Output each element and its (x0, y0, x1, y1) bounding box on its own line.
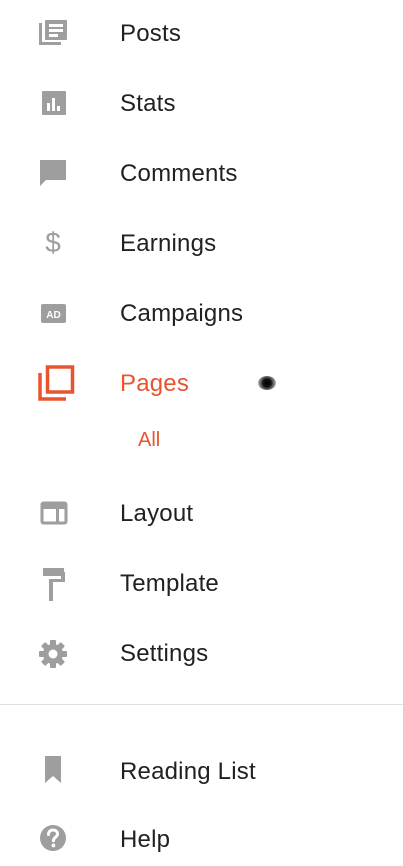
sidebar-item-label: Reading List (120, 758, 256, 785)
sidebar-item-help[interactable]: Help (0, 810, 403, 866)
sidebar-item-posts[interactable]: Posts (0, 4, 403, 60)
sidebar-item-settings[interactable]: Settings (0, 624, 403, 680)
sidebar-item-template[interactable]: Template (0, 554, 403, 610)
posts-icon (38, 20, 68, 46)
sidebar-item-reading-list[interactable]: Reading List (0, 742, 403, 798)
bookmark-icon (38, 754, 68, 786)
sidebar-item-stats[interactable]: Stats (0, 74, 403, 130)
pages-icon (36, 365, 76, 401)
sidebar-divider (0, 704, 403, 705)
sidebar-item-campaigns[interactable]: AD Campaigns (0, 284, 403, 340)
layout-icon (38, 500, 68, 526)
dollar-icon: $ (45, 227, 61, 258)
sidebar-item-layout[interactable]: Layout (0, 484, 403, 540)
sidebar-item-label: Settings (120, 640, 209, 667)
ad-icon: AD (38, 300, 68, 326)
sidebar-item-label: Posts (120, 20, 182, 47)
sidebar-item-label: Pages (120, 370, 190, 397)
sidebar-item-label: Template (120, 570, 219, 597)
sidebar-item-comments[interactable]: Comments (0, 144, 403, 200)
sidebar-item-label: Earnings (120, 230, 217, 257)
sidebar-nav: Posts Stats Comments $ Earnings AD Campa… (0, 0, 403, 853)
sidebar-item-label: Campaigns (120, 300, 244, 327)
svg-text:AD: AD (46, 310, 60, 321)
sidebar-item-label: Comments (120, 160, 238, 187)
sidebar-subitem-all[interactable]: All (138, 428, 160, 452)
sidebar-item-earnings[interactable]: $ Earnings (0, 214, 403, 270)
sidebar-item-label: Stats (120, 90, 176, 117)
sidebar-item-label: Layout (120, 500, 194, 527)
gear-icon (38, 638, 68, 670)
mouse-cursor-dot (258, 376, 276, 390)
stats-icon (38, 90, 68, 116)
comment-icon (38, 160, 68, 186)
sidebar-item-label: Help (120, 826, 171, 853)
sidebar-item-pages[interactable]: Pages (0, 354, 403, 410)
paint-roller-icon (38, 566, 68, 602)
help-icon (38, 822, 68, 854)
